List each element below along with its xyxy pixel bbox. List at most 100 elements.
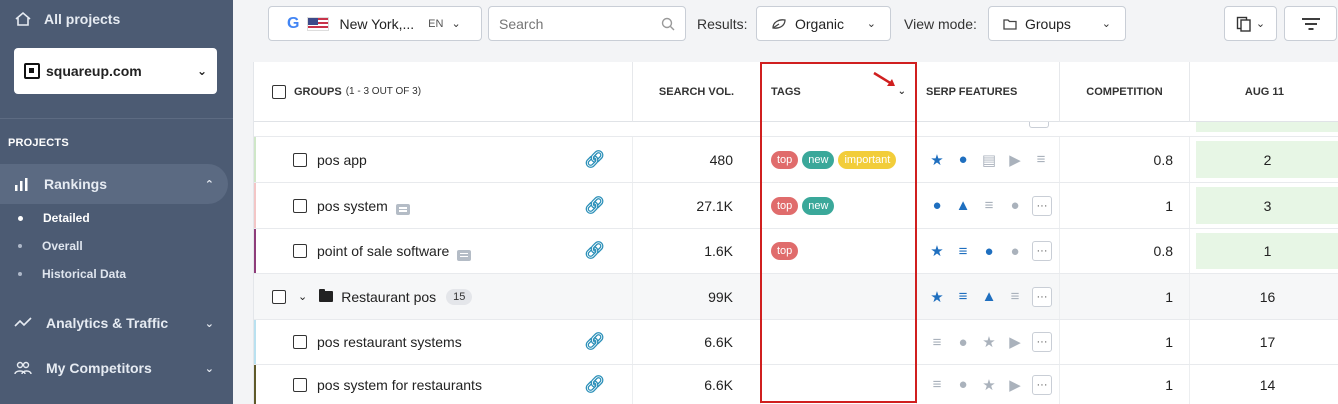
sidebar-item-analytics[interactable]: Analytics & Traffic ⌄ [0,303,228,343]
header-search-volume[interactable]: SEARCH VOL. [633,62,761,122]
sidebar-subitem-historical[interactable]: Historical Data [18,267,126,281]
subitem-label: Historical Data [42,267,127,281]
header-serp-features[interactable]: SERP FEATURES [917,62,1060,122]
table-row[interactable]: point of sale software 🔗︎ 1.6K top ★ ≡ ●… [254,229,1338,274]
search-volume-cell: 27.1K [633,183,761,228]
tag-top[interactable]: top [771,242,799,260]
row-checkbox[interactable] [293,198,307,213]
note-icon[interactable] [457,249,472,261]
tag-new[interactable]: new [802,150,835,169]
list-icon: ▤ [981,151,997,169]
table-row[interactable]: pos restaurant systems 🔗︎ 6.6K ≡ ● ★ ▶ ·… [254,320,1338,365]
tags-cell[interactable] [761,274,917,319]
link-icon[interactable]: 🔗︎ [584,241,606,261]
sidebar-item-label: Analytics & Traffic [46,315,169,331]
keyword-cell: point of sale software 🔗︎ [254,229,633,273]
map-pin-icon: ● [1010,242,1020,260]
header-date[interactable]: AUG 11 [1190,62,1338,122]
more-button[interactable]: ··· [1032,332,1052,352]
note-icon[interactable] [395,204,410,215]
search-box[interactable] [488,6,686,41]
serp-features-cell: ★ ≡ ▲ ≡ ··· [917,274,1060,319]
us-flag-icon [307,16,330,31]
group-row[interactable]: ⌄ Restaurant pos 15 99K ★ ≡ ▲ ≡ ··· 1 16 [254,274,1338,320]
video-icon: ▶ [1009,334,1021,351]
lines-icon: ≡ [1036,151,1046,168]
chevron-down-icon[interactable]: ⌄ [298,290,307,303]
bullet-icon [18,215,23,221]
subitem-label: Overall [42,239,83,253]
results-dropdown[interactable]: Organic ⌄ [756,6,891,41]
header-competition[interactable]: COMPETITION [1060,62,1190,122]
project-selector[interactable]: squareup.com ⌄ [14,48,217,94]
keyword-text: pos system [317,197,388,214]
serp-features-cell: ≡ ● ★ ▶ ··· [917,365,1060,404]
select-all-checkbox[interactable] [272,84,286,99]
header-groups[interactable]: GROUPS (1 - 3 OUT OF 3) [254,62,633,122]
lines-icon: ≡ [932,333,942,351]
more-button[interactable]: ··· [1032,195,1052,216]
group-checkbox[interactable] [272,289,286,304]
rank-cell-wrap: 1 [1190,229,1338,273]
more-button[interactable]: ··· [1032,374,1052,395]
keyword-text: pos system for restaurants [317,376,482,393]
more-button[interactable]: ··· [1032,286,1052,307]
tags-cell[interactable]: top new important [761,137,917,182]
search-input[interactable] [499,15,649,32]
search-volume-cell: 1.6K [633,229,761,273]
map-pin-icon: ● [958,333,968,351]
keyword-text: pos restaurant systems [317,334,462,350]
tag-top[interactable]: top [771,150,799,169]
tags-cell[interactable]: top [761,229,917,273]
competition-cell: 1 [1060,365,1190,404]
leaf-icon [772,18,786,29]
star-icon: ★ [930,288,944,306]
table-row[interactable]: pos system for restaurants 🔗︎ 6.6K ≡ ● ★… [254,365,1338,404]
all-projects-link[interactable]: All projects [14,8,120,30]
tag-new[interactable]: new [802,196,835,215]
video-icon: ▶ [1009,151,1021,169]
more-button[interactable]: ··· [1032,241,1052,261]
tag-top[interactable]: top [771,196,799,215]
lines-icon: ≡ [958,242,968,260]
sidebar-item-competitors[interactable]: My Competitors ⌄ [0,348,228,388]
table-row[interactable]: pos app 🔗︎ 480 top new important ★ ● ▤ ▶ ≡… [254,137,1338,183]
header-label: SEARCH VOL. [658,85,735,98]
filter-button[interactable] [1284,6,1337,41]
competition-cell: 1 [1060,320,1190,364]
folder-icon [1003,18,1017,30]
tag-important[interactable]: important [838,150,897,169]
google-icon: G [287,14,300,32]
sidebar-subitem-detailed[interactable]: Detailed [18,211,90,225]
rank-cell: 1 [1196,233,1338,269]
row-checkbox[interactable] [293,152,307,167]
serp-features-cell: ≡ ● ★ ▶ ··· [917,320,1060,364]
link-icon[interactable]: 🔗︎ [584,332,606,352]
link-icon[interactable]: 🔗︎ [584,196,606,216]
rank-cell: 17 [1259,334,1276,350]
project-name: squareup.com [46,63,142,79]
tags-cell[interactable] [761,320,917,364]
chevron-down-icon: ⌄ [866,18,876,30]
tags-cell[interactable]: top new [761,183,917,228]
header-label: SERP FEATURES [926,85,1018,98]
link-icon[interactable]: 🔗︎ [584,375,606,395]
tags-cell[interactable] [761,365,917,404]
table-row[interactable]: pos system 🔗︎ 27.1K top new ● ▲ ≡ ● ··· 1… [254,183,1338,229]
header-label: TAGS [771,85,801,98]
chevron-down-icon[interactable]: ⌄ [898,86,906,97]
sidebar-item-rankings[interactable]: Rankings ⌃ [0,164,228,204]
keyword-text: pos app [317,151,367,168]
more-button[interactable] [1029,122,1049,128]
sidebar-subitem-overall[interactable]: Overall [18,239,83,253]
map-pin-icon: ● [1010,197,1020,214]
link-icon[interactable]: 🔗︎ [584,150,606,170]
rank-cell-wrap: 2 [1190,137,1338,182]
copy-menu-button[interactable]: ⌄ [1224,6,1277,41]
location-selector[interactable]: G New York,... EN ⌄ [268,6,482,41]
view-mode-dropdown[interactable]: Groups ⌄ [988,6,1126,41]
row-checkbox[interactable] [293,377,307,392]
row-checkbox[interactable] [293,244,307,258]
home-icon [15,11,31,26]
row-checkbox[interactable] [293,335,307,349]
